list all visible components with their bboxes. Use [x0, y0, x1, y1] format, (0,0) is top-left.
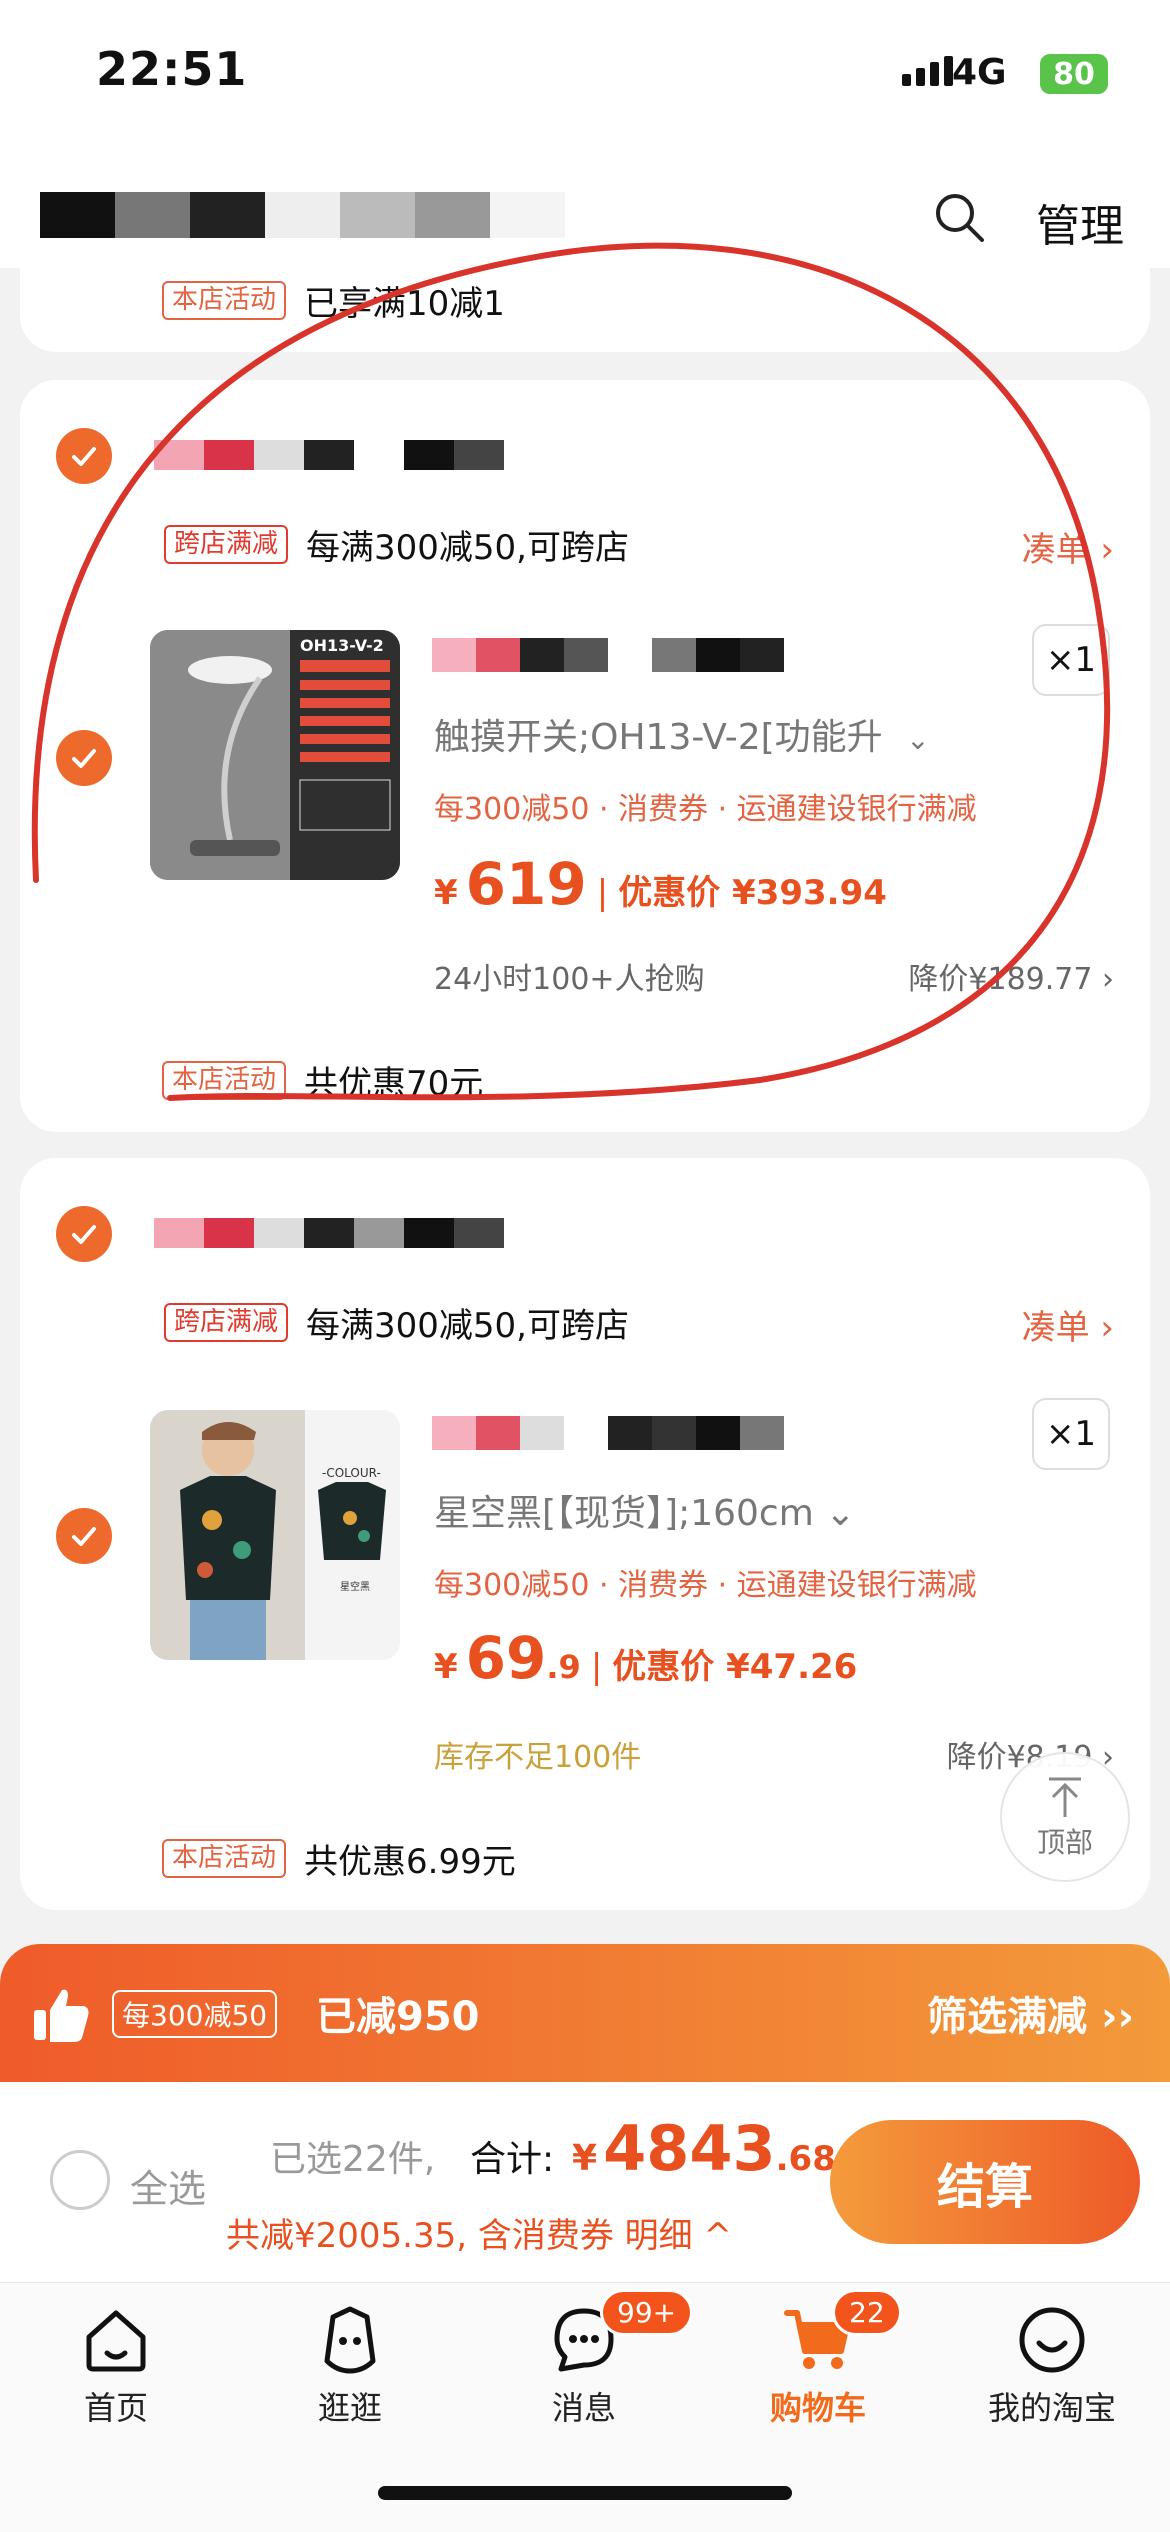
tab-explore[interactable]: 逛逛	[250, 2303, 450, 2429]
product-image-caption: -COLOUR-	[322, 1466, 381, 1480]
tab-label: 购物车	[769, 2389, 866, 2427]
promo-text: 每300减50 · 消费券 · 运通建设银行满减	[434, 1568, 977, 1603]
currency-symbol: ¥	[572, 2138, 598, 2179]
promo-text: 每300减50 · 消费券 · 运通建设银行满减	[434, 792, 977, 827]
price-separator: |	[590, 1647, 603, 1687]
store-activity-tag: 本店活动	[162, 1060, 287, 1101]
cross-store-text: 每满300减50,可跨店	[306, 1306, 629, 1346]
sales-note: 24小时100+人抢购	[434, 962, 705, 997]
thumbs-up-icon	[34, 1989, 89, 2042]
tab-label: 逛逛	[317, 2389, 382, 2427]
price-separator: |	[596, 873, 609, 913]
home-indicator	[378, 2486, 792, 2500]
quantity-selector[interactable]: ×1	[1032, 1398, 1110, 1470]
checkout-button[interactable]: 结算	[830, 2120, 1140, 2244]
redacted-product-title	[432, 638, 784, 672]
shop-card: 跨店满减 每满300减50,可跨店 凑单 › -COLOUR- 星空黑 ×1 星…	[20, 1158, 1150, 1910]
filter-discount-button[interactable]: 筛选满减 ››	[927, 1984, 1134, 2042]
status-bar: 22:51 4G 80	[0, 0, 1170, 150]
stock-note: 库存不足100件	[434, 1740, 642, 1775]
profile-icon	[1019, 2307, 1085, 2373]
product-image-tshirt[interactable]: -COLOUR- 星空黑	[150, 1410, 400, 1660]
tab-home[interactable]: 首页	[16, 2303, 216, 2429]
banner-tag: 每300减50	[112, 1990, 278, 2038]
cross-store-text: 每满300减50,可跨店	[306, 528, 629, 568]
select-all-radio[interactable]	[50, 2150, 110, 2210]
back-to-top-label: 顶部	[1036, 1826, 1093, 1859]
cart-header: 管理	[0, 150, 1170, 268]
total-decimal: .68	[775, 2139, 836, 2179]
home-icon	[86, 2310, 146, 2372]
manage-button[interactable]: 管理	[1036, 190, 1124, 254]
item-checkbox[interactable]	[56, 1508, 112, 1564]
sku-selector[interactable]: 触摸开关;OH13-V-2[功能升 ⌄	[434, 708, 930, 760]
tab-label: 我的淘宝	[987, 2389, 1116, 2427]
store-activity-text: 已享满10减1	[304, 284, 505, 324]
collect-order-link[interactable]: 凑单 ›	[1022, 522, 1114, 571]
total-price: ¥ 4843 .68	[572, 2112, 836, 2185]
status-time: 22:51	[96, 42, 248, 96]
price-decimal: .9	[546, 1648, 581, 1686]
discount-price: 优惠价 ¥393.94	[618, 873, 887, 913]
checkmark-icon	[72, 1527, 96, 1546]
cross-store-tag: 跨店满减	[164, 524, 289, 565]
select-all-label[interactable]: 全选	[130, 2158, 206, 2213]
banner-saved: 已减950	[316, 1994, 480, 2040]
redacted-shop-name	[40, 192, 640, 238]
promo-banner[interactable]: 每300减50 已减950 筛选满减 ››	[0, 1944, 1170, 2082]
currency-symbol: ¥	[434, 873, 458, 913]
tshirt-illustration	[150, 1410, 400, 1660]
shop-card: 跨店满减 每满300减50,可跨店 凑单 › OH13-V-2 ×1 触摸开关;…	[20, 380, 1150, 1132]
sku-selector[interactable]: 星空黑[【现货】];160cm ⌄	[434, 1484, 855, 1536]
checkout-bar: 全选 已选22件, 合计: ¥ 4843 .68 共减¥2005.35, 含消费…	[0, 2082, 1170, 2282]
battery-icon: 80	[1040, 54, 1108, 94]
shop-checkbox[interactable]	[56, 428, 112, 484]
total-label: 合计:	[470, 2139, 555, 2180]
discount-price: 优惠价 ¥47.26	[612, 1647, 858, 1687]
quantity-selector[interactable]: ×1	[1032, 624, 1110, 696]
redacted-shop-name	[154, 1218, 504, 1248]
item-checkbox[interactable]	[56, 730, 112, 786]
price-integer: 619	[465, 850, 587, 918]
signal-icon	[902, 56, 953, 86]
store-activity-tag: 本店活动	[162, 1838, 287, 1879]
store-activity-text: 共优惠6.99元	[304, 1842, 516, 1882]
sku-text: 触摸开关;OH13-V-2[功能升	[434, 717, 883, 758]
price-integer: 69	[465, 1624, 547, 1692]
selected-count: 已选22件,	[270, 2139, 436, 2180]
tab-label: 首页	[83, 2389, 148, 2427]
total-integer: 4843	[603, 2112, 776, 2185]
tab-profile[interactable]: 我的淘宝	[952, 2303, 1152, 2429]
cart-count-badge: 22	[832, 2289, 902, 2336]
lamp-illustration	[150, 630, 400, 880]
cross-store-tag: 跨店满减	[164, 1302, 289, 1343]
checkmark-icon	[72, 447, 96, 466]
redacted-product-title	[432, 1416, 784, 1450]
explore-icon	[324, 2306, 376, 2374]
shop-card-previous: 本店活动 已享满10减1	[20, 262, 1150, 352]
product-image-caption: OH13-V-2	[300, 636, 384, 655]
message-count-badge: 99+	[600, 2289, 694, 2336]
tab-label: 消息	[551, 2389, 616, 2427]
checkmark-icon	[72, 749, 96, 768]
item-price: ¥ 69 .9 | 优惠价 ¥47.26	[434, 1624, 857, 1692]
product-image-lamp[interactable]: OH13-V-2	[150, 630, 400, 880]
chevron-down-icon: ⌄	[906, 723, 930, 756]
store-activity-tag: 本店活动	[162, 280, 287, 321]
savings-detail-link[interactable]: 共减¥2005.35, 含消费券 明细 ^	[226, 2208, 732, 2257]
collect-order-link[interactable]: 凑单 ›	[1022, 1300, 1114, 1349]
currency-symbol: ¥	[434, 1647, 458, 1687]
store-activity-text: 共优惠70元	[304, 1064, 484, 1104]
network-type: 4G	[952, 52, 1007, 93]
product-image-subcaption: 星空黑	[340, 1582, 370, 1593]
search-icon[interactable]	[932, 190, 986, 244]
back-to-top-button[interactable]: 顶部	[1000, 1752, 1130, 1882]
arrow-up-icon	[1049, 1777, 1081, 1817]
checkmark-icon	[72, 1225, 96, 1244]
price-drop-link[interactable]: 降价¥189.77 ›	[908, 954, 1114, 998]
redacted-shop-name	[154, 440, 504, 470]
shop-checkbox[interactable]	[56, 1206, 112, 1262]
item-price: ¥ 619 | 优惠价 ¥393.94	[434, 850, 887, 918]
